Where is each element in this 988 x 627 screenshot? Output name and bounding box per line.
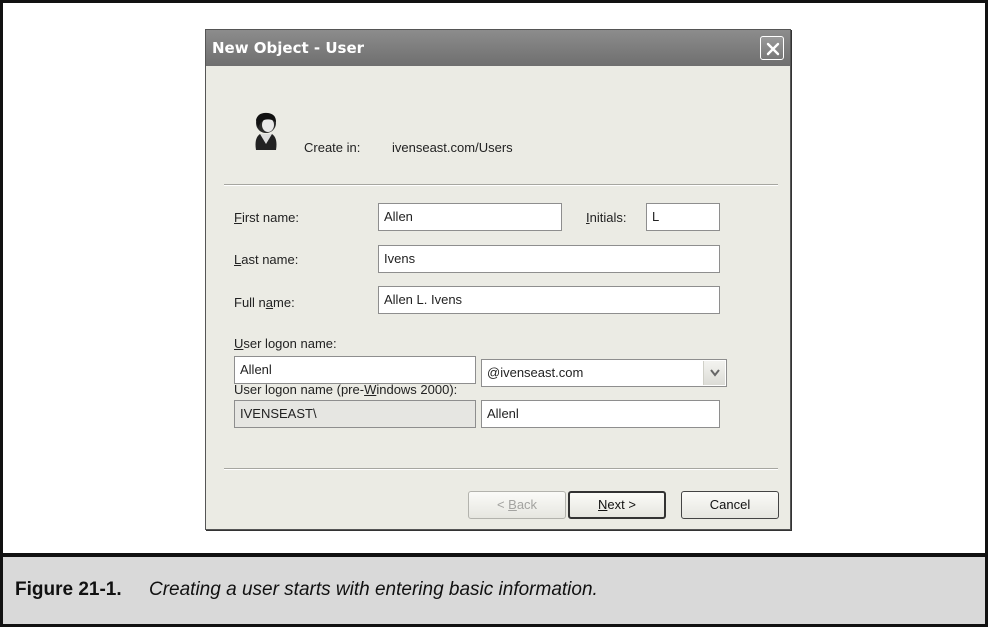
last-name-field[interactable]: Ivens xyxy=(378,245,720,273)
next-button[interactable]: Next > xyxy=(568,491,666,519)
chevron-down-icon xyxy=(710,369,720,377)
full-name-field[interactable]: Allen L. Ivens xyxy=(378,286,720,314)
user-icon xyxy=(255,112,277,150)
figure-label: Figure 21-1. xyxy=(15,579,122,600)
last-name-label: Last name: xyxy=(234,252,299,267)
new-object-user-dialog: New Object - User Create in: ivenseast.c… xyxy=(205,29,791,530)
close-button[interactable] xyxy=(760,36,784,60)
logon-domain-value: @ivenseast.com xyxy=(487,365,584,380)
figure-content: New Object - User Create in: ivenseast.c… xyxy=(3,3,985,553)
logon-name-label: User logon name: xyxy=(234,336,337,351)
logon-name-field[interactable]: Allenl xyxy=(234,356,476,384)
caption-bar: Figure 21-1. Creating a user starts with… xyxy=(3,553,985,624)
figure-caption: Creating a user starts with entering bas… xyxy=(149,579,598,600)
cancel-button[interactable]: Cancel xyxy=(681,491,779,519)
pre2000-name-field[interactable]: Allenl xyxy=(481,400,720,428)
initials-label: Initials: xyxy=(586,210,627,225)
dropdown-button[interactable] xyxy=(703,361,725,385)
logon-domain-select[interactable]: @ivenseast.com xyxy=(481,359,727,387)
create-in-label: Create in: xyxy=(304,140,361,155)
first-name-label: First name: xyxy=(234,210,300,225)
separator-bottom xyxy=(224,468,778,470)
figure: New Object - User Create in: ivenseast.c… xyxy=(0,0,988,627)
pre2000-label: User logon name (pre-Windows 2000): xyxy=(234,382,458,397)
pre2000-domain-field: IVENSEAST\ xyxy=(234,400,476,428)
dialog-title: New Object - User xyxy=(212,39,365,57)
close-icon xyxy=(766,42,780,56)
title-bar[interactable]: New Object - User xyxy=(206,30,790,66)
first-name-field[interactable]: Allen xyxy=(378,203,562,231)
full-name-label: Full name: xyxy=(234,295,295,310)
separator-top xyxy=(224,184,778,186)
back-button[interactable]: < Back xyxy=(468,491,566,519)
initials-field[interactable]: L xyxy=(646,203,720,231)
create-in-value: ivenseast.com/Users xyxy=(392,140,513,155)
